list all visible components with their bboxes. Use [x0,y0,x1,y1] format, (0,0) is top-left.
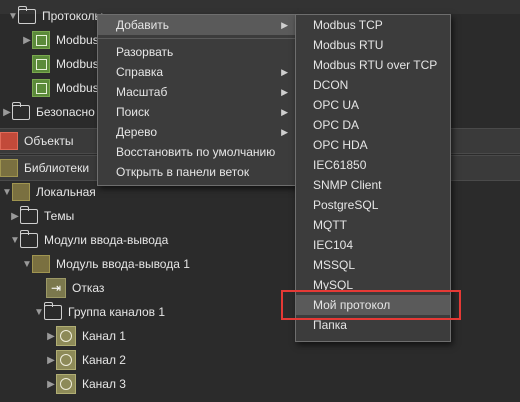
module-icon [32,31,50,49]
submenu-arrow-icon: ▶ [281,19,288,30]
menu-item-label: Открыть в панели веток [116,165,250,179]
expand-arrow-icon[interactable]: ▶ [22,35,32,46]
module-icon [32,79,50,97]
menu-item-label: Разорвать [116,45,174,59]
menu-item-label: Дерево [116,125,158,139]
module-icon [32,255,50,273]
tree-node-label: Безопасно [36,105,95,119]
expand-arrow-icon[interactable]: ▼ [10,235,20,246]
alarm-icon: ⇥ [46,278,66,298]
submenu-item-opc-da[interactable]: OPC DA [296,115,450,135]
clock-icon [56,374,76,394]
expand-arrow-icon[interactable]: ▼ [8,11,18,22]
menu-item-label: Добавить [116,18,170,32]
tree-node-label: Канал 3 [82,377,126,391]
tree-node-channel-2[interactable]: ▶ Канал 2 [0,348,520,372]
menu-item-search[interactable]: Поиск ▶ [98,102,296,122]
tree-node-label: Протоколы [42,9,104,23]
context-menu: Добавить ▶ Разорвать Справка ▶ Масштаб ▶… [97,14,297,186]
tree-node-label: Modbus [56,57,99,71]
tree-node-label: Группа каналов 1 [68,305,166,319]
folder-icon [12,101,30,121]
expand-arrow-icon[interactable]: ▶ [46,331,56,342]
expand-arrow-icon[interactable]: ▶ [46,355,56,366]
folder-icon [44,301,62,321]
submenu-item-postgresql[interactable]: PostgreSQL [296,195,450,215]
menu-separator [98,38,296,39]
menu-item-help[interactable]: Справка ▶ [98,62,296,82]
submenu-item-mssql[interactable]: MSSQL [296,255,450,275]
submenu-item-opc-hda[interactable]: OPC HDA [296,135,450,155]
tree-node-label: Модуль ввода-вывода 1 [56,257,190,271]
submenu-item-mqtt[interactable]: MQTT [296,215,450,235]
submenu-arrow-icon: ▶ [281,106,288,117]
menu-item-add[interactable]: Добавить ▶ [98,15,296,35]
clock-icon [56,326,76,346]
menu-item-label: Восстановить по умолчанию [116,145,276,159]
clock-icon [56,350,76,370]
submenu-item-snmp-client[interactable]: SNMP Client [296,175,450,195]
menu-item-unfold[interactable]: Разорвать [98,42,296,62]
menu-item-restore-default[interactable]: Восстановить по умолчанию [98,142,296,162]
tree-node-label: Канал 2 [82,353,126,367]
menu-item-label: Масштаб [116,85,168,99]
section-label: Объекты [24,134,74,148]
module-icon [32,55,50,73]
tree-node-label: Модули ввода-вывода [44,233,169,247]
tree-node-label: Темы [44,209,75,223]
highlight-box [281,290,461,320]
submenu-item-dcon[interactable]: DCON [296,75,450,95]
tree-node-label: Локальная [36,185,96,199]
submenu-item-iec61850[interactable]: IEC61850 [296,155,450,175]
section-label: Библиотеки [24,161,90,175]
folder-icon [18,5,36,25]
folder-icon [20,205,38,225]
objects-icon [0,132,18,150]
tree-node-label: Канал 1 [82,329,126,343]
submenu-item-modbus-rtu-over-tcp[interactable]: Modbus RTU over TCP [296,55,450,75]
libraries-icon [0,159,18,177]
tree-node-label: Modbus [56,81,99,95]
tree-node-label: Modbus [56,33,99,47]
expand-arrow-icon[interactable]: ▶ [10,211,20,222]
submenu-item-modbus-rtu[interactable]: Modbus RTU [296,35,450,55]
library-icon [12,183,30,201]
submenu-item-iec104[interactable]: IEC104 [296,235,450,255]
menu-item-label: Поиск [116,105,150,119]
expand-arrow-icon[interactable]: ▶ [2,107,12,118]
submenu-arrow-icon: ▶ [281,66,288,77]
expand-arrow-icon[interactable]: ▼ [34,307,44,318]
submenu-arrow-icon: ▶ [281,126,288,137]
submenu-item-modbus-tcp[interactable]: Modbus TCP [296,15,450,35]
menu-item-open-in-branch-panel[interactable]: Открыть в панели веток [98,162,296,182]
tree-node-label: Отказ [72,281,105,295]
submenu-item-opc-ua[interactable]: OPC UA [296,95,450,115]
tree-node-channel-3[interactable]: ▶ Канал 3 [0,372,520,396]
menu-item-scale[interactable]: Масштаб ▶ [98,82,296,102]
folder-icon [20,229,38,249]
submenu-arrow-icon: ▶ [281,86,288,97]
expand-arrow-icon[interactable]: ▼ [22,259,32,270]
menu-item-label: Справка [116,65,164,79]
expand-arrow-icon[interactable]: ▶ [46,379,56,390]
menu-item-tree[interactable]: Дерево ▶ [98,122,296,142]
expand-arrow-icon[interactable]: ▼ [2,187,12,198]
